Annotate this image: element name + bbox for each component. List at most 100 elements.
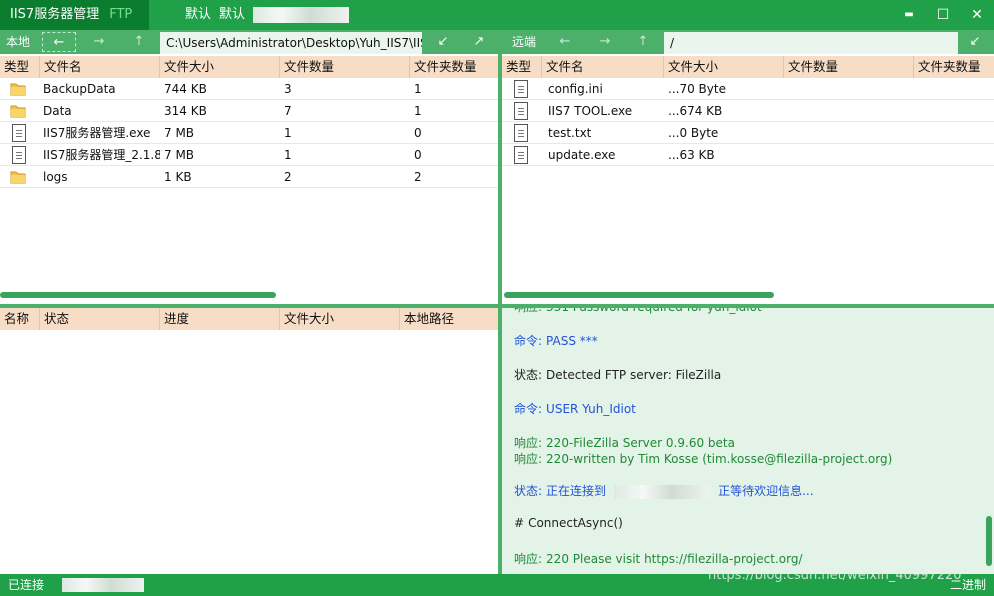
app-window: IIS7服务器管理 FTP 默认 默认 ▬ ☐ ✕ 本地 ← → ↑ C:\User… <box>0 0 994 596</box>
col-queue-name[interactable]: 名称 <box>0 308 40 330</box>
folder-count: 0 <box>414 126 422 140</box>
download-arrow-icon[interactable]: ↙ <box>960 32 990 52</box>
redacted-host <box>253 6 350 23</box>
file-row[interactable]: config.ini ...70 Byte <box>502 78 994 100</box>
col-folder-count[interactable]: 文件夹数量 <box>914 56 994 78</box>
local-location-bar: 本地 ← → ↑ C:\Users\Administrator\Desktop\… <box>0 30 498 54</box>
remote-path-input[interactable]: / <box>664 32 958 54</box>
col-name[interactable]: 文件名 <box>40 56 160 78</box>
log-line: 命令: PASS *** <box>514 332 598 349</box>
up-arrow-icon[interactable]: ↑ <box>626 32 660 52</box>
col-queue-size[interactable]: 文件大小 <box>280 308 400 330</box>
transfer-queue-pane: 名称 状态 进度 文件大小 本地路径 <box>0 308 498 574</box>
upload-arrow-icon[interactable]: ↗ <box>464 32 494 52</box>
up-arrow-icon[interactable]: ↑ <box>122 32 156 52</box>
file-size: ...0 Byte <box>668 126 719 140</box>
log-text: 220-written by Tim Kosse (tim.kosse@file… <box>546 452 893 466</box>
folder-count: 1 <box>414 82 422 96</box>
col-file-count[interactable]: 文件数量 <box>280 56 410 78</box>
redacted-host <box>614 484 711 499</box>
file-size: ...63 KB <box>668 148 715 162</box>
minimize-button[interactable]: ▬ <box>892 0 926 30</box>
file-row[interactable]: test.txt ...0 Byte <box>502 122 994 144</box>
file-count: 1 <box>284 148 292 162</box>
session-tab-2[interactable]: 默认 <box>219 7 245 22</box>
back-arrow-icon[interactable]: ← <box>42 32 76 52</box>
col-queue-progress[interactable]: 进度 <box>160 308 280 330</box>
file-size: ...674 KB <box>668 104 723 118</box>
file-row[interactable]: update.exe ...63 KB <box>502 144 994 166</box>
remote-hscrollbar[interactable] <box>504 292 774 298</box>
col-queue-status[interactable]: 状态 <box>40 308 160 330</box>
file-row[interactable]: Data 314 KB 7 1 <box>0 100 498 122</box>
maximize-button[interactable]: ☐ <box>926 0 960 30</box>
log-suffix: 正等待欢迎信息... <box>718 484 814 498</box>
file-row[interactable]: BackupData 744 KB 3 1 <box>0 78 498 100</box>
file-row[interactable]: logs 1 KB 2 2 <box>0 166 498 188</box>
app-name: IIS7服务器管理 <box>10 7 100 22</box>
folder-icon <box>10 170 26 184</box>
log-prefix: # <box>514 516 525 530</box>
queue-column-header: 名称 状态 进度 文件大小 本地路径 <box>0 308 498 330</box>
file-name: IIS7服务器管理_2.1.8 <box>43 148 160 162</box>
log-prefix: 响应: <box>514 308 542 314</box>
folder-count: 1 <box>414 104 422 118</box>
log-text: 331 Password required for yuh_idiot <box>546 308 762 314</box>
log-line: 命令: USER Yuh_Idiot <box>514 400 636 417</box>
log-prefix: 状态: <box>514 368 543 382</box>
log-text: USER Yuh_Idiot <box>546 402 636 416</box>
file-name: test.txt <box>548 126 592 140</box>
session-tabs: 默认 默认 <box>185 0 357 30</box>
col-queue-local-path[interactable]: 本地路径 <box>400 308 498 330</box>
local-path-input[interactable]: C:\Users\Administrator\Desktop\Yuh_IIS7\… <box>160 32 422 54</box>
file-size: 1 KB <box>164 170 192 184</box>
local-column-header: 类型 文件名 文件大小 文件数量 文件夹数量 <box>0 56 498 78</box>
connection-status: 已连接 <box>8 578 45 592</box>
forward-arrow-icon[interactable]: → <box>588 32 622 52</box>
remote-file-pane: 类型 文件名 文件大小 文件数量 文件夹数量 config.ini ...70 B… <box>502 54 994 304</box>
app-title-tab[interactable]: IIS7服务器管理 FTP <box>0 0 149 30</box>
file-name: config.ini <box>548 82 603 96</box>
close-button[interactable]: ✕ <box>960 0 994 30</box>
log-prefix: 响应: <box>514 552 543 566</box>
back-arrow-icon[interactable]: ← <box>548 32 582 52</box>
forward-arrow-icon[interactable]: → <box>82 32 116 52</box>
log-line: 响应: 220-written by Tim Kosse (tim.kosse@f… <box>514 450 892 467</box>
file-row[interactable]: IIS7 TOOL.exe ...674 KB <box>502 100 994 122</box>
file-icon <box>514 102 528 120</box>
log-prefix: 状态: <box>514 484 543 498</box>
file-row[interactable]: IIS7服务器管理_2.1.8 7 MB 1 0 <box>0 144 498 166</box>
download-arrow-icon[interactable]: ↙ <box>428 32 458 52</box>
col-name[interactable]: 文件名 <box>542 56 664 78</box>
file-size: ...70 Byte <box>668 82 726 96</box>
log-vscrollbar[interactable] <box>986 516 992 566</box>
col-type[interactable]: 类型 <box>502 56 542 78</box>
file-icon <box>514 80 528 98</box>
col-file-count[interactable]: 文件数量 <box>784 56 914 78</box>
col-folder-count[interactable]: 文件夹数量 <box>410 56 498 78</box>
local-hscrollbar[interactable] <box>0 292 276 298</box>
file-size: 314 KB <box>164 104 207 118</box>
col-size[interactable]: 文件大小 <box>160 56 280 78</box>
file-name: BackupData <box>43 82 116 96</box>
file-icon <box>514 146 528 164</box>
log-prefix: 响应: <box>514 452 543 466</box>
col-size[interactable]: 文件大小 <box>664 56 784 78</box>
file-row[interactable]: IIS7服务器管理.exe 7 MB 1 0 <box>0 122 498 144</box>
log-text: PASS *** <box>546 334 598 348</box>
file-name: IIS7服务器管理.exe <box>43 126 151 140</box>
protocol-label: FTP <box>109 7 133 22</box>
log-line: 状态: Detected FTP server: FileZilla <box>514 366 721 383</box>
remote-label: 远端 <box>512 35 537 49</box>
log-line: 响应: 220 Please visit https://filezilla-pr… <box>514 550 803 567</box>
remote-column-header: 类型 文件名 文件大小 文件数量 文件夹数量 <box>502 56 994 78</box>
col-type[interactable]: 类型 <box>0 56 40 78</box>
file-icon <box>12 124 26 142</box>
session-tab-1[interactable]: 默认 <box>185 7 211 22</box>
log-text: 220 Please visit https://filezilla-proje… <box>546 552 803 566</box>
file-count: 7 <box>284 104 292 118</box>
file-size: 7 MB <box>164 148 195 162</box>
log-text: ConnectAsync() <box>528 516 623 530</box>
file-icon <box>514 124 528 142</box>
log-line: 响应: 331 Password required for yuh_idiot <box>514 308 762 315</box>
